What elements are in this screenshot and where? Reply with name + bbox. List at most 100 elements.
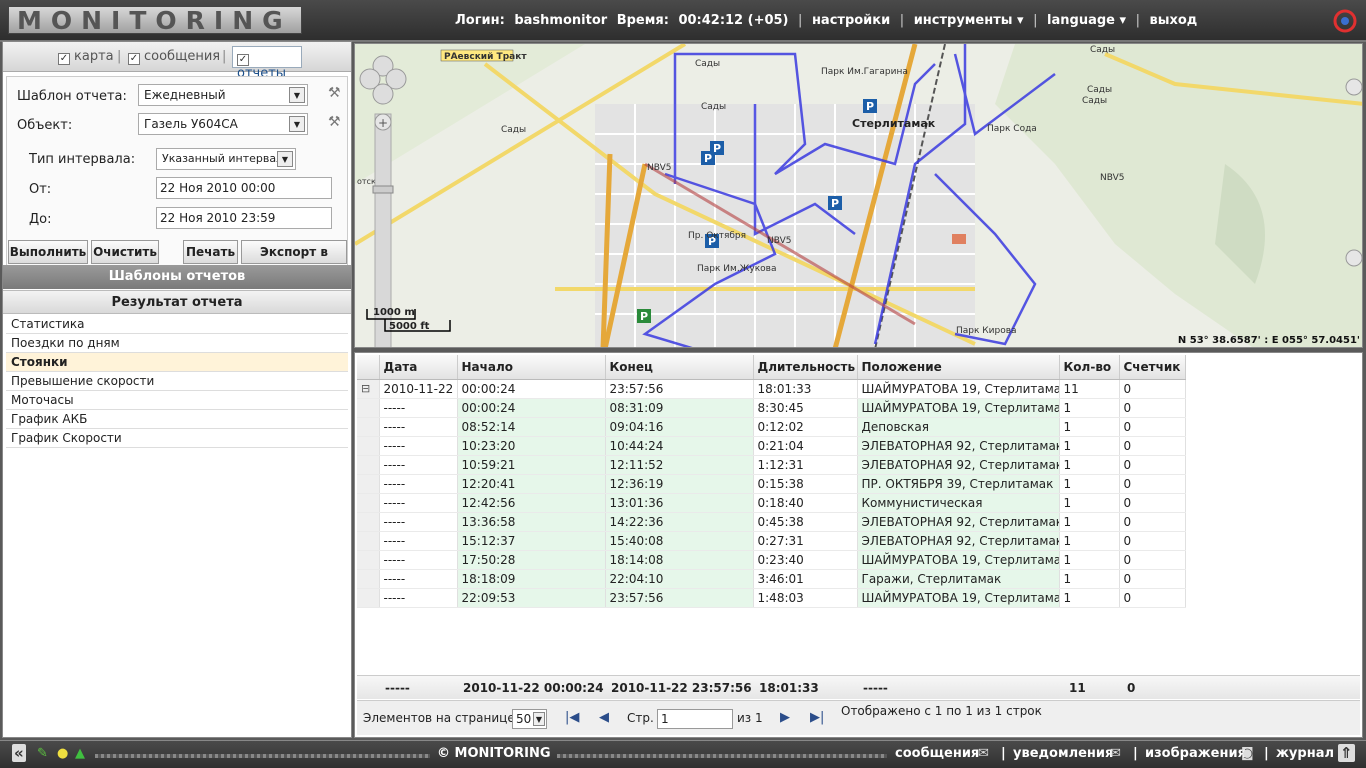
- column-header-end[interactable]: Конец: [605, 355, 754, 380]
- images-link[interactable]: изображения: [1145, 746, 1246, 761]
- run-button[interactable]: Выполнить: [8, 240, 88, 264]
- collapse-group-icon[interactable]: ⊟: [357, 379, 380, 399]
- map-label: Парк Им.Жукова: [697, 264, 776, 274]
- totals-row: ----- 2010-11-22 00:00:24 2010-11-22 23:…: [357, 675, 1360, 699]
- template-select[interactable]: Ежедневный ▼: [138, 84, 308, 106]
- result-item-battery-chart[interactable]: График АКБ: [6, 410, 348, 429]
- page-number-input[interactable]: 1: [657, 709, 733, 729]
- table-row[interactable]: ----- 12:20:41 12:36:19 0:15:38 ПР. ОКТЯБРЯ …: [357, 474, 1186, 494]
- messages-link[interactable]: сообщения: [895, 746, 979, 761]
- result-list: Статистика Поездки по дням Стоянки Превы…: [6, 315, 348, 448]
- clear-button[interactable]: Очистить: [91, 240, 159, 264]
- map-view[interactable]: PPP PPP РАевский Тракт Сады Сады Сады Са…: [354, 43, 1363, 348]
- language-menu[interactable]: language ▾: [1047, 13, 1126, 28]
- table-row[interactable]: ----- 18:18:09 22:04:10 3:46:01 Гаражи, Стер…: [357, 569, 1186, 589]
- journal-link[interactable]: журнал: [1276, 746, 1334, 761]
- first-page-icon[interactable]: |◀: [565, 710, 579, 725]
- cell-date: -----: [379, 588, 458, 608]
- cell-counter: 0: [1119, 379, 1186, 399]
- tab-map[interactable]: ✓ карта: [58, 49, 114, 65]
- result-item-stops[interactable]: Стоянки: [6, 353, 348, 372]
- table-row[interactable]: ----- 15:12:37 15:40:08 0:27:31 ЭЛЕВАТОРНАЯ …: [357, 531, 1186, 551]
- table-row[interactable]: ----- 08:52:14 09:04:16 0:12:02 Деповская 1 0: [357, 417, 1186, 437]
- table-row[interactable]: ----- 00:00:24 08:31:09 8:30:45 ШАЙМУРАТОВА …: [357, 398, 1186, 418]
- copyright: © MONITORING: [437, 746, 551, 761]
- lightbulb-icon[interactable]: ●: [57, 746, 68, 761]
- table-row[interactable]: ----- 17:50:28 18:14:08 0:23:40 ШАЙМУРАТОВА …: [357, 550, 1186, 570]
- table-row[interactable]: ----- 22:09:53 23:57:56 1:48:03 ШАЙМУРАТОВА …: [357, 588, 1186, 608]
- table-row[interactable]: ----- 12:42:56 13:01:36 0:18:40 Коммунистиче…: [357, 493, 1186, 513]
- templates-header[interactable]: Шаблоны отчетов: [3, 265, 351, 289]
- tab-messages[interactable]: ✓ сообщения: [128, 49, 220, 65]
- table-row[interactable]: ----- 13:36:58 14:22:36 0:45:38 ЭЛЕВАТОРНАЯ …: [357, 512, 1186, 532]
- cell-duration: 1:12:31: [753, 455, 858, 475]
- map-canvas[interactable]: PPP PPP РАевский Тракт Сады Сады Сады Са…: [355, 44, 1363, 348]
- to-label: До:: [29, 212, 52, 227]
- settings-link[interactable]: настройки: [812, 13, 890, 28]
- cell-start: 10:23:20: [457, 436, 606, 456]
- result-item-engine-hours[interactable]: Моточасы: [6, 391, 348, 410]
- cell-counter: 0: [1119, 588, 1186, 608]
- next-page-icon[interactable]: ▶: [780, 710, 790, 725]
- cell-counter: 0: [1119, 493, 1186, 513]
- collapse-left-icon[interactable]: «: [12, 744, 26, 762]
- from-date-input[interactable]: 22 Ноя 2010 00:00: [156, 177, 332, 199]
- cell-date: -----: [379, 531, 458, 551]
- envelope-icon[interactable]: ✉: [978, 746, 989, 761]
- table-row[interactable]: ----- 10:59:21 12:11:52 1:12:31 ЭЛЕВАТОРНАЯ …: [357, 455, 1186, 475]
- per-page-select[interactable]: 50 ▼: [512, 709, 547, 729]
- notifications-link[interactable]: уведомления: [1013, 746, 1113, 761]
- result-header[interactable]: Результат отчета: [3, 290, 351, 314]
- column-header-start[interactable]: Начало: [457, 355, 606, 380]
- collapse-up-icon[interactable]: ⇑: [1338, 744, 1355, 762]
- separator: |: [798, 13, 803, 28]
- cell-position: ЭЛЕВАТОРНАЯ 92, Стерлитамак: [857, 512, 1060, 532]
- tools-menu[interactable]: инструменты ▾: [914, 13, 1024, 28]
- checkbox-checked-icon[interactable]: ✓: [58, 53, 70, 65]
- zoom-in-icon[interactable]: +: [378, 116, 388, 130]
- prev-page-icon[interactable]: ◀: [599, 710, 609, 725]
- total-position: -----: [863, 681, 888, 695]
- checkbox-checked-icon[interactable]: ✓: [237, 54, 249, 66]
- result-item-speed-chart[interactable]: График Скорости: [6, 429, 348, 448]
- antenna-icon[interactable]: ▲: [75, 746, 85, 761]
- cell-end: 13:01:36: [605, 493, 754, 513]
- cell-counter: 0: [1119, 512, 1186, 532]
- chevron-down-icon[interactable]: ▼: [289, 87, 305, 103]
- chevron-down-icon[interactable]: ▼: [289, 116, 305, 132]
- to-date-input[interactable]: 22 Ноя 2010 23:59: [156, 207, 332, 229]
- cell-start: 00:00:24: [457, 398, 606, 418]
- camera-icon[interactable]: ◙: [1241, 746, 1254, 761]
- result-item-trips-by-day[interactable]: Поездки по дням: [6, 334, 348, 353]
- object-select[interactable]: Газель У604СА ▼: [138, 113, 308, 135]
- result-item-speeding[interactable]: Превышение скорости: [6, 372, 348, 391]
- last-page-icon[interactable]: ▶|: [810, 710, 824, 725]
- interval-type-select[interactable]: Указанный интервал ▼: [156, 148, 296, 170]
- column-header-count[interactable]: Кол-во: [1059, 355, 1120, 380]
- logout-link[interactable]: выход: [1149, 13, 1197, 28]
- wrench-icon[interactable]: ⚒: [328, 85, 341, 101]
- chevron-down-icon[interactable]: ▼: [533, 712, 545, 726]
- print-button[interactable]: Печать: [183, 240, 238, 264]
- chevron-down-icon[interactable]: ▼: [277, 151, 293, 167]
- table-body: ⊟ 2010-11-22 00:00:24 23:57:56 18:01:33 ШАЙМУ…: [357, 379, 1186, 608]
- export-button[interactable]: Экспорт в файл: [241, 240, 347, 281]
- tab-messages-label: сообщения: [144, 49, 221, 64]
- total-end: 2010-11-22 23:57:56: [611, 681, 752, 695]
- table-row[interactable]: ⊟ 2010-11-22 00:00:24 23:57:56 18:01:33 ШАЙМУ…: [357, 379, 1186, 399]
- cell-count: 1: [1059, 550, 1120, 570]
- time-value: 00:42:12 (+05): [678, 13, 789, 28]
- result-item-statistics[interactable]: Статистика: [6, 315, 348, 334]
- wrench-icon[interactable]: ⚒: [328, 114, 341, 130]
- column-header-duration[interactable]: Длительность: [753, 355, 858, 380]
- column-header-position[interactable]: Положение: [857, 355, 1060, 380]
- column-header-counter[interactable]: Счетчик: [1119, 355, 1186, 380]
- envelope-icon[interactable]: ✉: [1110, 746, 1121, 761]
- pencil-icon[interactable]: ✎: [37, 746, 48, 761]
- bottom-bar: « ✎ ● ▲ © MONITORING сообщения ✉ | уведо…: [0, 740, 1366, 768]
- checkbox-checked-icon[interactable]: ✓: [128, 53, 140, 65]
- column-header-date[interactable]: Дата: [379, 355, 458, 380]
- tab-reports[interactable]: ✓отчеты: [232, 46, 302, 81]
- table-row[interactable]: ----- 10:23:20 10:44:24 0:21:04 ЭЛЕВАТОРНАЯ …: [357, 436, 1186, 456]
- cell-position: Деповская: [857, 417, 1060, 437]
